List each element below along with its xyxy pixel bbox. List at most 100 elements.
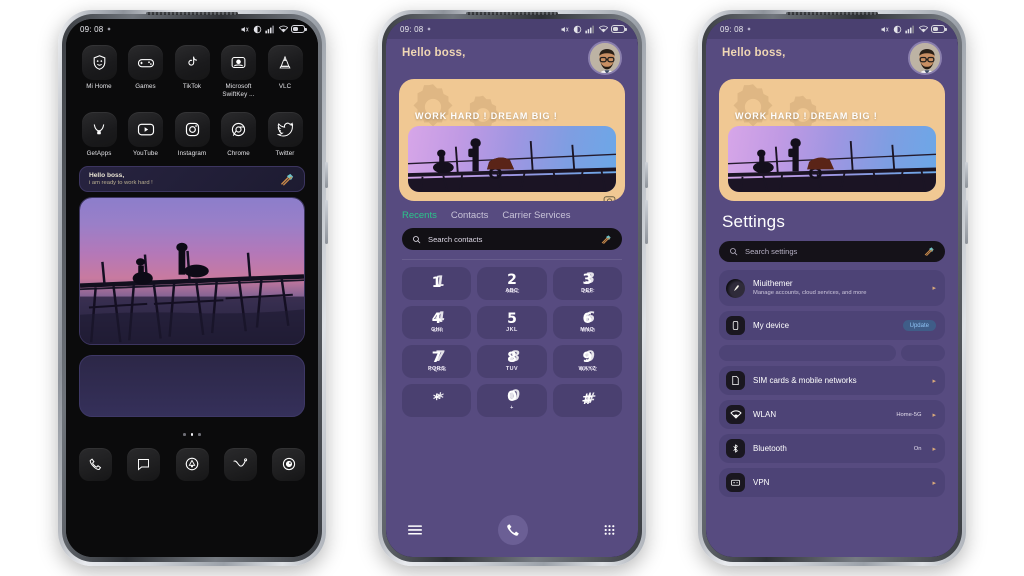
search-contacts-placeholder: Search contacts <box>428 234 483 244</box>
sim-card-icon <box>726 371 745 390</box>
greeting-header: Hello boss, <box>386 39 638 75</box>
motivation-banner[interactable]: WORK HARD ! DREAM BIG ! <box>719 79 945 201</box>
settings-row-wlan[interactable]: WLAN Home-5G ▸ <box>719 400 945 429</box>
dialpad-key-8[interactable]: 8TUV <box>477 345 547 378</box>
power-button[interactable] <box>965 200 968 244</box>
note-widget[interactable]: Hello boss, i am ready to work hard ! <box>79 166 305 193</box>
hammer-tools-icon[interactable] <box>924 246 935 257</box>
update-badge[interactable]: Update <box>902 320 936 331</box>
app-swiftkey[interactable]: Microsoft SwiftKey ... <box>219 45 259 100</box>
status-bar: 09: 08 <box>386 19 638 39</box>
page-dot[interactable] <box>183 433 186 436</box>
volume-button[interactable] <box>965 162 968 188</box>
note-widget-text: Hello boss, i am ready to work hard ! <box>89 172 153 186</box>
phone-dialer: 09: 08 Hello boss, WORK HARD ! DREAM BIG… <box>378 10 648 566</box>
battery-icon <box>291 25 307 33</box>
settings-row-miuithemer[interactable]: Miuithemer Manage accounts, cloud servic… <box>719 270 945 306</box>
app-games[interactable]: Games <box>126 45 166 100</box>
settings-row-name: Miuithemer <box>753 278 793 288</box>
avatar[interactable] <box>588 41 622 75</box>
key-number: 9 <box>582 351 592 365</box>
menu-icon[interactable] <box>408 524 422 536</box>
banner-slogan: WORK HARD ! DREAM BIG ! <box>735 111 878 121</box>
status-time: 09: 08 <box>400 24 424 34</box>
app-chrome[interactable]: Chrome <box>219 111 259 158</box>
hammer-tools-icon <box>281 173 294 186</box>
getapps-icon <box>81 111 117 147</box>
app-label: Instagram <box>177 149 207 157</box>
power-button[interactable] <box>325 200 328 244</box>
tab-carrier-services[interactable]: Carrier Services <box>502 210 570 221</box>
app-mi-home[interactable]: Mi Home <box>79 45 119 100</box>
settings-row-my-device[interactable]: My device Update <box>719 311 945 340</box>
app-row-2: GetApps YouTube Instagram Chrome Twitter <box>66 111 318 158</box>
app-row-1: Mi Home Games TikTok Microsoft SwiftKey … <box>66 45 318 100</box>
settings-row-vpn[interactable]: VPN ▸ <box>719 468 945 497</box>
dialpad-key-2[interactable]: 2 ABC <box>477 267 547 300</box>
settings-row-sim-cards[interactable]: SIM cards & mobile networks ▸ <box>719 366 945 395</box>
dialpad-key-4[interactable]: 4GHI <box>402 306 472 339</box>
signal-icon <box>585 25 594 33</box>
motivation-banner[interactable]: WORK HARD ! DREAM BIG ! <box>399 79 625 201</box>
photo-widget[interactable] <box>79 197 305 346</box>
dialpad-key-7[interactable]: 7PQRS <box>402 345 472 378</box>
app-getapps[interactable]: GetApps <box>79 111 119 158</box>
dialpad-key-9[interactable]: 9WXYZ <box>552 345 622 378</box>
power-button[interactable] <box>645 200 648 244</box>
app-label: Twitter <box>275 149 295 157</box>
earpiece-grille <box>786 12 878 15</box>
dialpad-key-0[interactable]: 0+ <box>477 384 547 417</box>
dialpad-key-3[interactable]: 3DEF <box>552 267 622 300</box>
dialpad-key-1[interactable]: 1 <box>402 267 472 300</box>
app-label: YouTube <box>132 149 158 157</box>
phone-settings: 09: 08 Hello boss, WORK HARD ! DREAM BIG… <box>698 10 968 566</box>
tab-recents[interactable]: Recents <box>402 210 437 221</box>
instagram-icon <box>174 111 210 147</box>
tab-contacts[interactable]: Contacts <box>451 210 489 221</box>
placeholder-bar-narrow <box>901 345 945 361</box>
chevron-right-icon: ▸ <box>932 445 936 453</box>
page-dot[interactable] <box>198 433 201 436</box>
camera-icon[interactable] <box>272 447 305 481</box>
avatar[interactable] <box>908 41 942 75</box>
alarm-dot-icon <box>108 27 111 31</box>
swiftkey-icon <box>221 45 256 80</box>
dialpad-icon[interactable] <box>603 524 616 537</box>
volume-button[interactable] <box>325 162 328 188</box>
call-button[interactable] <box>497 515 528 545</box>
mute-icon <box>241 26 249 32</box>
volume-button[interactable] <box>645 162 648 188</box>
dialpad-key-hash[interactable]: # <box>552 384 622 417</box>
key-number: 3 <box>582 273 592 287</box>
settings-row-bluetooth[interactable]: Bluetooth On ▸ <box>719 434 945 463</box>
page-dot-active[interactable] <box>190 433 194 436</box>
signal-icon <box>905 25 914 33</box>
app-twitter[interactable]: Twitter <box>265 111 305 158</box>
dialpad-key-6[interactable]: 6MNO <box>552 306 622 339</box>
app-drawer-icon[interactable] <box>175 447 209 481</box>
key-number: 5 <box>507 311 517 327</box>
app-tiktok[interactable]: TikTok <box>172 45 212 100</box>
alarm-dot-icon <box>428 27 431 31</box>
search-settings-bar[interactable]: Search settings <box>719 241 945 262</box>
hammer-tools-icon[interactable] <box>601 234 612 245</box>
messages-icon[interactable] <box>127 447 161 481</box>
settings-row-text: Miuithemer Manage accounts, cloud servic… <box>753 279 924 297</box>
share-icon[interactable] <box>223 447 257 481</box>
empty-widget[interactable] <box>79 355 305 418</box>
camera-badge-icon[interactable] <box>603 194 616 201</box>
battery-icon <box>611 25 627 33</box>
key-number: * <box>433 393 440 407</box>
key-number: 7 <box>432 351 442 365</box>
dialpad-key-5[interactable]: 5 JKL <box>477 306 547 339</box>
app-label: TikTok <box>182 83 202 90</box>
dialpad-key-star[interactable]: * <box>402 384 472 417</box>
search-contacts-bar[interactable]: Search contacts <box>402 228 622 250</box>
status-right <box>240 25 307 34</box>
app-youtube[interactable]: YouTube <box>126 111 166 158</box>
app-vlc[interactable]: VLC <box>265 45 305 100</box>
app-instagram[interactable]: Instagram <box>172 111 212 158</box>
settings-row-sub: Manage accounts, cloud services, and mor… <box>753 289 867 296</box>
search-icon <box>730 248 738 256</box>
phone-icon[interactable] <box>79 447 112 481</box>
